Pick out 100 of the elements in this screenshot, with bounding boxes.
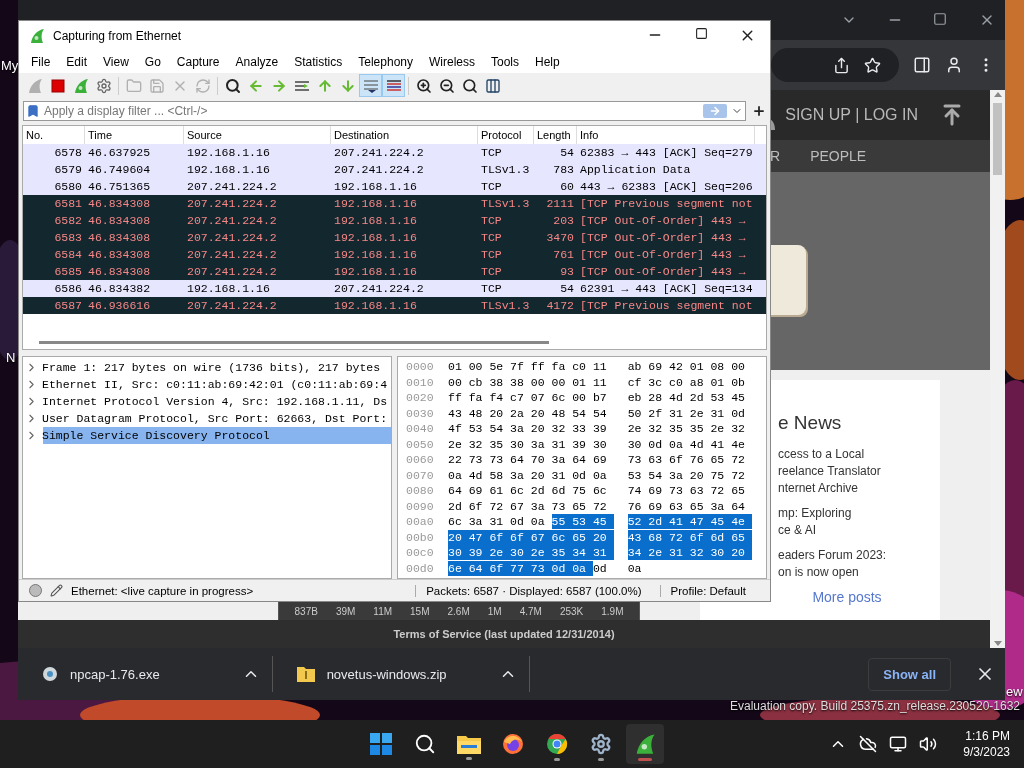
reload-icon [194, 77, 211, 94]
byte-offset: 0040 [406, 422, 435, 436]
column-header[interactable]: Time [85, 125, 184, 144]
column-header[interactable]: Protocol [478, 125, 534, 144]
table-cell-text: TLSv1.3 [480, 195, 531, 212]
hex-bytes: 30 0d 0a 4d 41 4e [627, 436, 746, 452]
table-cell-text: TCP [480, 178, 503, 195]
hex-bytes: 22 73 73 64 70 3a 64 69 [448, 452, 608, 468]
menu-item[interactable]: Tools [483, 54, 527, 69]
column-header[interactable]: Destination [331, 125, 478, 144]
column-header[interactable]: Info [577, 125, 755, 144]
profile-label[interactable]: Profile: Default [659, 584, 756, 597]
side-panel-icon[interactable] [913, 56, 931, 74]
table-cell-text: TCP [480, 212, 503, 229]
table-cell-text: 46.637925 [87, 144, 152, 161]
hex-bytes: 00 cb 38 38 00 00 01 11 [448, 374, 608, 390]
table-cell-text: 93 [559, 263, 575, 280]
news-item[interactable]: mp: Exploring ce & AI [778, 505, 940, 539]
hex-bytes: 01 00 5e 7f ff fa c0 11 [448, 359, 608, 375]
news-item[interactable]: ccess to a Local reelance Translator nternet Archive [778, 446, 940, 497]
table-cell-text: TCP [480, 229, 503, 246]
table-cell-text: 192.168.1.16 [333, 178, 418, 195]
cloud-off-icon[interactable] [859, 735, 878, 753]
byte-offset: 00d0 [406, 561, 435, 575]
table-cell-text: 207.241.224.2 [186, 178, 278, 195]
save-icon [148, 77, 165, 94]
nav-link[interactable]: PEOPLE [810, 148, 867, 164]
table-cell-text: 207.241.224.2 [333, 280, 425, 297]
menu-item[interactable]: Wireless [421, 54, 483, 69]
column-header[interactable]: No. [23, 125, 85, 144]
table-cell-text: [TCP Out-Of-Order] 443 → [579, 246, 747, 263]
byte-offset: 0070 [406, 468, 435, 482]
clock[interactable]: 1:16 PM 9/3/2023 [963, 728, 1010, 760]
table-cell-text: 46.834308 [87, 212, 152, 229]
sign-up-log-in-link[interactable]: SIGN UP | LOG IN [785, 106, 918, 124]
scrollbar[interactable] [990, 90, 1005, 648]
terms-link[interactable]: Terms of Service (last updated 12/31/2014) [393, 628, 615, 640]
download-item[interactable]: novetus-windows.zip [272, 656, 530, 692]
volume-icon[interactable] [919, 735, 938, 753]
table-cell-text: 60 [559, 178, 575, 195]
menu-item[interactable]: File [23, 54, 59, 69]
hex-bytes: 34 2e 31 32 30 20 [627, 545, 752, 561]
right-arrow-icon [709, 104, 721, 117]
network-icon[interactable] [889, 735, 908, 753]
table-cell-text: [TCP Out-Of-Order] 443 → [579, 263, 747, 280]
hex-bytes: 76 69 63 65 3a 64 [627, 498, 746, 514]
menu-item[interactable]: Edit [58, 54, 96, 69]
stat-value: 15M [410, 605, 430, 617]
byte-offset: 0010 [406, 375, 435, 389]
address-bar[interactable] [771, 48, 899, 82]
hex-bytes: 50 2f 31 2e 31 0d [627, 405, 746, 421]
display-filter-field[interactable]: Apply a display filter ... <Ctrl-/> [44, 103, 699, 118]
zoom-out-icon [438, 77, 455, 94]
table-cell-text: TLSv1.3 [480, 297, 531, 314]
zoom-in-icon [415, 77, 432, 94]
hex-bytes: 30 39 2e 30 2e 35 34 31 [448, 545, 614, 561]
table-cell-text: 6578 [53, 144, 83, 161]
zoom-reset-icon [461, 77, 478, 94]
filter-bar[interactable]: Apply a display filter ... <Ctrl-/> [23, 100, 746, 121]
hex-bytes: 55 53 45 [551, 514, 614, 530]
column-header[interactable]: Length [534, 125, 577, 144]
news-item[interactable]: eaders Forum 2023: on is now open [778, 547, 940, 581]
packet-row[interactable]: 6578 46.637925 192.168.1.16 207.241.224.2 TCP 54 62383 → 443 [ACK] Seq=279 [23, 143, 766, 161]
table-cell-text: 6581 [53, 195, 83, 212]
menu-item[interactable]: Telephony [350, 54, 421, 69]
table-cell-text: Application Data [579, 161, 692, 178]
menu-item[interactable]: Capture [168, 54, 228, 69]
nav-link[interactable]: R [770, 148, 781, 164]
table-cell-text: 62391 → 443 [ACK] Seq=134 [579, 280, 754, 297]
star-icon[interactable] [864, 56, 881, 74]
menu-item[interactable]: Analyze [227, 54, 287, 69]
show-all-button[interactable]: Show all [868, 657, 951, 691]
scrollbar-thumb[interactable] [39, 341, 549, 345]
hex-bytes: eb 28 4d 2d 53 45 [627, 390, 746, 406]
table-cell-text: 207.241.224.2 [186, 229, 278, 246]
menu-item[interactable]: Statistics [286, 54, 351, 69]
bookmark-icon[interactable] [26, 103, 40, 118]
share-icon[interactable] [833, 56, 850, 74]
stat-value: 1M [487, 605, 502, 617]
download-item[interactable]: npcap-1.76.exe [18, 656, 273, 692]
evaluation-notice: Evaluation copy. Build 25375.zn_release.230520-1632 [730, 699, 1020, 713]
menu-item[interactable]: View [95, 54, 137, 69]
search-icon [224, 77, 241, 94]
stat-value: 253K [559, 605, 584, 617]
byte-offset: 00b0 [406, 530, 435, 544]
table-cell-text: 4172 [545, 297, 575, 314]
menu-item[interactable]: Help [527, 54, 568, 69]
stat-value: 4.7M [519, 605, 542, 617]
byte-offset: 0000 [406, 360, 435, 374]
table-cell-text: 192.168.1.16 [333, 212, 418, 229]
stat-value: 837B [294, 605, 318, 617]
more-posts-link[interactable]: More posts [812, 589, 882, 605]
menu-item[interactable]: Go [136, 54, 169, 69]
column-header[interactable]: Source [184, 125, 331, 144]
edit-comment-icon[interactable] [50, 584, 63, 598]
byte-offset: 0030 [406, 406, 435, 420]
status-indicator-icon[interactable] [29, 584, 42, 598]
add-icon[interactable] [752, 103, 766, 118]
table-cell-text: TCP [480, 280, 503, 297]
profile-icon[interactable] [945, 56, 963, 74]
